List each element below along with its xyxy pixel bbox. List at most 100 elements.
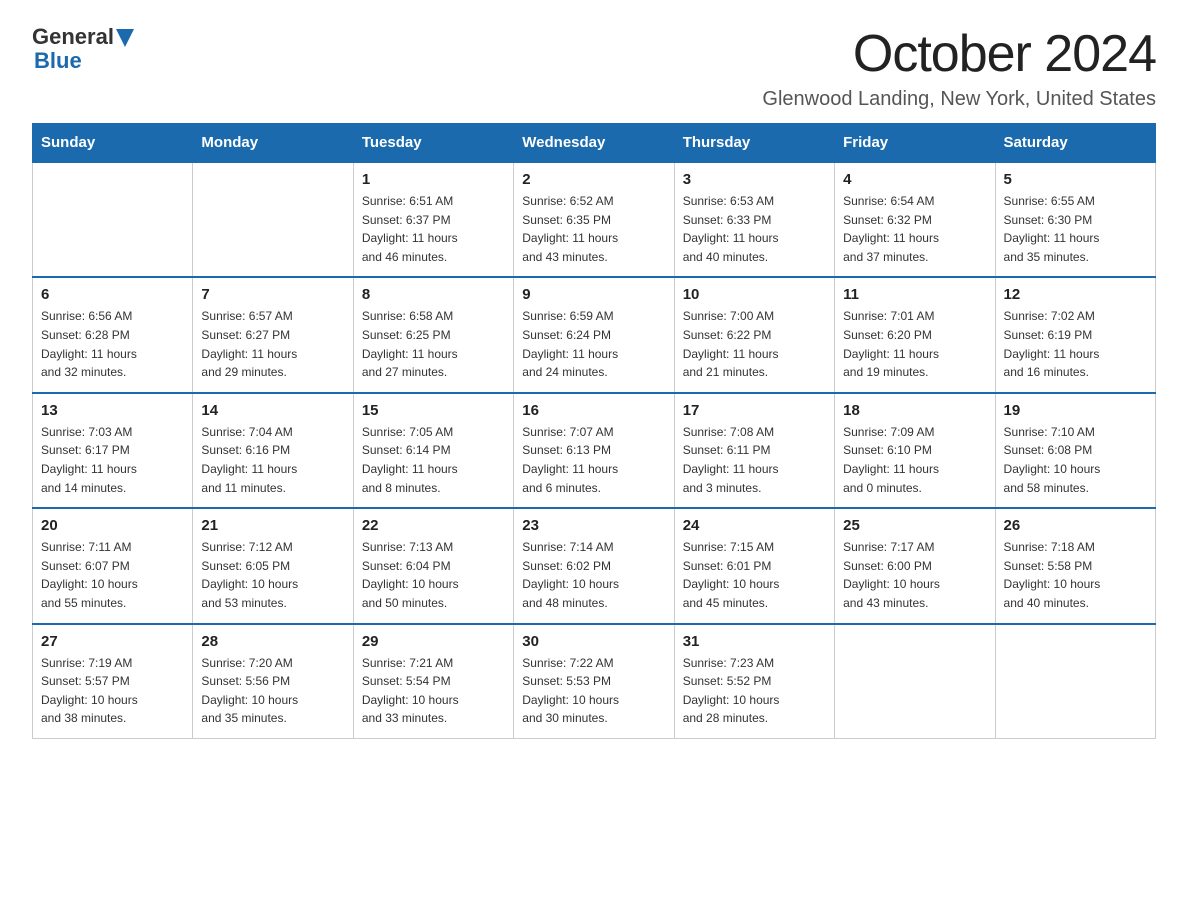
page-subtitle: Glenwood Landing, New York, United State… xyxy=(762,88,1156,111)
day-info: Sunrise: 7:21 AM Sunset: 5:54 PM Dayligh… xyxy=(362,654,505,728)
calendar-cell: 13 Sunrise: 7:03 AM Sunset: 6:17 PM Dayli… xyxy=(33,393,193,508)
logo-general-text: General xyxy=(32,24,114,50)
day-info: Sunrise: 6:56 AM Sunset: 6:28 PM Dayligh… xyxy=(41,307,184,381)
day-info: Sunrise: 7:15 AM Sunset: 6:01 PM Dayligh… xyxy=(683,538,826,612)
calendar-cell xyxy=(835,624,995,739)
day-info: Sunrise: 6:57 AM Sunset: 6:27 PM Dayligh… xyxy=(201,307,344,381)
calendar-header-monday: Monday xyxy=(193,124,353,163)
day-number: 17 xyxy=(683,402,826,419)
day-number: 24 xyxy=(683,517,826,534)
page-title: October 2024 xyxy=(762,24,1156,84)
calendar-cell xyxy=(33,162,193,277)
day-number: 25 xyxy=(843,517,986,534)
day-info: Sunrise: 7:01 AM Sunset: 6:20 PM Dayligh… xyxy=(843,307,986,381)
day-info: Sunrise: 7:13 AM Sunset: 6:04 PM Dayligh… xyxy=(362,538,505,612)
day-number: 19 xyxy=(1004,402,1147,419)
calendar-cell: 22 Sunrise: 7:13 AM Sunset: 6:04 PM Dayli… xyxy=(353,508,513,623)
day-info: Sunrise: 7:04 AM Sunset: 6:16 PM Dayligh… xyxy=(201,423,344,497)
calendar-header-sunday: Sunday xyxy=(33,124,193,163)
day-info: Sunrise: 7:19 AM Sunset: 5:57 PM Dayligh… xyxy=(41,654,184,728)
day-info: Sunrise: 6:52 AM Sunset: 6:35 PM Dayligh… xyxy=(522,192,665,266)
calendar-week-5: 27 Sunrise: 7:19 AM Sunset: 5:57 PM Dayli… xyxy=(33,624,1156,739)
calendar-cell: 25 Sunrise: 7:17 AM Sunset: 6:00 PM Dayli… xyxy=(835,508,995,623)
day-number: 11 xyxy=(843,286,986,303)
calendar-cell: 8Sunrise: 6:58 AM Sunset: 6:25 PM Daylig… xyxy=(353,277,513,392)
header: General Blue October 2024 Glenwood Landi… xyxy=(32,24,1156,111)
day-number: 4 xyxy=(843,171,986,188)
day-info: Sunrise: 7:20 AM Sunset: 5:56 PM Dayligh… xyxy=(201,654,344,728)
day-number: 7 xyxy=(201,286,344,303)
calendar-cell: 21 Sunrise: 7:12 AM Sunset: 6:05 PM Dayli… xyxy=(193,508,353,623)
day-number: 18 xyxy=(843,402,986,419)
calendar-cell: 11 Sunrise: 7:01 AM Sunset: 6:20 PM Dayli… xyxy=(835,277,995,392)
day-number: 26 xyxy=(1004,517,1147,534)
day-number: 29 xyxy=(362,633,505,650)
logo-triangle-icon xyxy=(116,29,134,47)
calendar-cell: 27 Sunrise: 7:19 AM Sunset: 5:57 PM Dayli… xyxy=(33,624,193,739)
calendar-header-saturday: Saturday xyxy=(995,124,1155,163)
day-number: 30 xyxy=(522,633,665,650)
day-number: 9 xyxy=(522,286,665,303)
calendar-cell: 23 Sunrise: 7:14 AM Sunset: 6:02 PM Dayli… xyxy=(514,508,674,623)
day-info: Sunrise: 7:17 AM Sunset: 6:00 PM Dayligh… xyxy=(843,538,986,612)
day-number: 27 xyxy=(41,633,184,650)
calendar-cell: 28 Sunrise: 7:20 AM Sunset: 5:56 PM Dayli… xyxy=(193,624,353,739)
day-number: 21 xyxy=(201,517,344,534)
calendar-cell: 18 Sunrise: 7:09 AM Sunset: 6:10 PM Dayli… xyxy=(835,393,995,508)
day-info: Sunrise: 7:14 AM Sunset: 6:02 PM Dayligh… xyxy=(522,538,665,612)
day-info: Sunrise: 7:10 AM Sunset: 6:08 PM Dayligh… xyxy=(1004,423,1147,497)
calendar-cell: 24 Sunrise: 7:15 AM Sunset: 6:01 PM Dayli… xyxy=(674,508,834,623)
day-info: Sunrise: 6:58 AM Sunset: 6:25 PM Dayligh… xyxy=(362,307,505,381)
calendar-cell: 29 Sunrise: 7:21 AM Sunset: 5:54 PM Dayli… xyxy=(353,624,513,739)
day-info: Sunrise: 7:18 AM Sunset: 5:58 PM Dayligh… xyxy=(1004,538,1147,612)
day-number: 31 xyxy=(683,633,826,650)
day-info: Sunrise: 7:22 AM Sunset: 5:53 PM Dayligh… xyxy=(522,654,665,728)
day-number: 28 xyxy=(201,633,344,650)
calendar-cell: 3Sunrise: 6:53 AM Sunset: 6:33 PM Daylig… xyxy=(674,162,834,277)
day-number: 16 xyxy=(522,402,665,419)
calendar-cell xyxy=(995,624,1155,739)
calendar-cell: 31Sunrise: 7:23 AM Sunset: 5:52 PM Dayli… xyxy=(674,624,834,739)
day-number: 3 xyxy=(683,171,826,188)
calendar-cell: 19 Sunrise: 7:10 AM Sunset: 6:08 PM Dayli… xyxy=(995,393,1155,508)
day-info: Sunrise: 7:02 AM Sunset: 6:19 PM Dayligh… xyxy=(1004,307,1147,381)
day-info: Sunrise: 6:51 AM Sunset: 6:37 PM Dayligh… xyxy=(362,192,505,266)
calendar-cell: 30 Sunrise: 7:22 AM Sunset: 5:53 PM Dayli… xyxy=(514,624,674,739)
day-number: 2 xyxy=(522,171,665,188)
day-number: 22 xyxy=(362,517,505,534)
calendar-week-4: 20 Sunrise: 7:11 AM Sunset: 6:07 PM Dayli… xyxy=(33,508,1156,623)
day-info: Sunrise: 6:54 AM Sunset: 6:32 PM Dayligh… xyxy=(843,192,986,266)
day-number: 10 xyxy=(683,286,826,303)
calendar-cell: 20 Sunrise: 7:11 AM Sunset: 6:07 PM Dayli… xyxy=(33,508,193,623)
logo: General Blue xyxy=(32,24,134,74)
day-number: 13 xyxy=(41,402,184,419)
calendar-cell: 1Sunrise: 6:51 AM Sunset: 6:37 PM Daylig… xyxy=(353,162,513,277)
calendar-cell: 4 Sunrise: 6:54 AM Sunset: 6:32 PM Daylig… xyxy=(835,162,995,277)
title-area: October 2024 Glenwood Landing, New York,… xyxy=(762,24,1156,111)
calendar-table: SundayMondayTuesdayWednesdayThursdayFrid… xyxy=(32,123,1156,739)
calendar-header-thursday: Thursday xyxy=(674,124,834,163)
calendar-header-tuesday: Tuesday xyxy=(353,124,513,163)
day-number: 23 xyxy=(522,517,665,534)
calendar-cell: 6Sunrise: 6:56 AM Sunset: 6:28 PM Daylig… xyxy=(33,277,193,392)
calendar-cell: 14 Sunrise: 7:04 AM Sunset: 6:16 PM Dayli… xyxy=(193,393,353,508)
calendar-cell: 10Sunrise: 7:00 AM Sunset: 6:22 PM Dayli… xyxy=(674,277,834,392)
day-info: Sunrise: 7:12 AM Sunset: 6:05 PM Dayligh… xyxy=(201,538,344,612)
calendar-week-3: 13 Sunrise: 7:03 AM Sunset: 6:17 PM Dayli… xyxy=(33,393,1156,508)
day-info: Sunrise: 7:03 AM Sunset: 6:17 PM Dayligh… xyxy=(41,423,184,497)
calendar-cell: 26 Sunrise: 7:18 AM Sunset: 5:58 PM Dayli… xyxy=(995,508,1155,623)
calendar-week-2: 6Sunrise: 6:56 AM Sunset: 6:28 PM Daylig… xyxy=(33,277,1156,392)
calendar-header-friday: Friday xyxy=(835,124,995,163)
day-info: Sunrise: 7:11 AM Sunset: 6:07 PM Dayligh… xyxy=(41,538,184,612)
day-number: 20 xyxy=(41,517,184,534)
day-info: Sunrise: 7:09 AM Sunset: 6:10 PM Dayligh… xyxy=(843,423,986,497)
calendar-cell: 7 Sunrise: 6:57 AM Sunset: 6:27 PM Daylig… xyxy=(193,277,353,392)
calendar-header-wednesday: Wednesday xyxy=(514,124,674,163)
calendar-cell: 15Sunrise: 7:05 AM Sunset: 6:14 PM Dayli… xyxy=(353,393,513,508)
day-info: Sunrise: 6:55 AM Sunset: 6:30 PM Dayligh… xyxy=(1004,192,1147,266)
calendar-cell xyxy=(193,162,353,277)
calendar-cell: 2 Sunrise: 6:52 AM Sunset: 6:35 PM Daylig… xyxy=(514,162,674,277)
day-number: 15 xyxy=(362,402,505,419)
day-number: 14 xyxy=(201,402,344,419)
calendar-header-row: SundayMondayTuesdayWednesdayThursdayFrid… xyxy=(33,124,1156,163)
